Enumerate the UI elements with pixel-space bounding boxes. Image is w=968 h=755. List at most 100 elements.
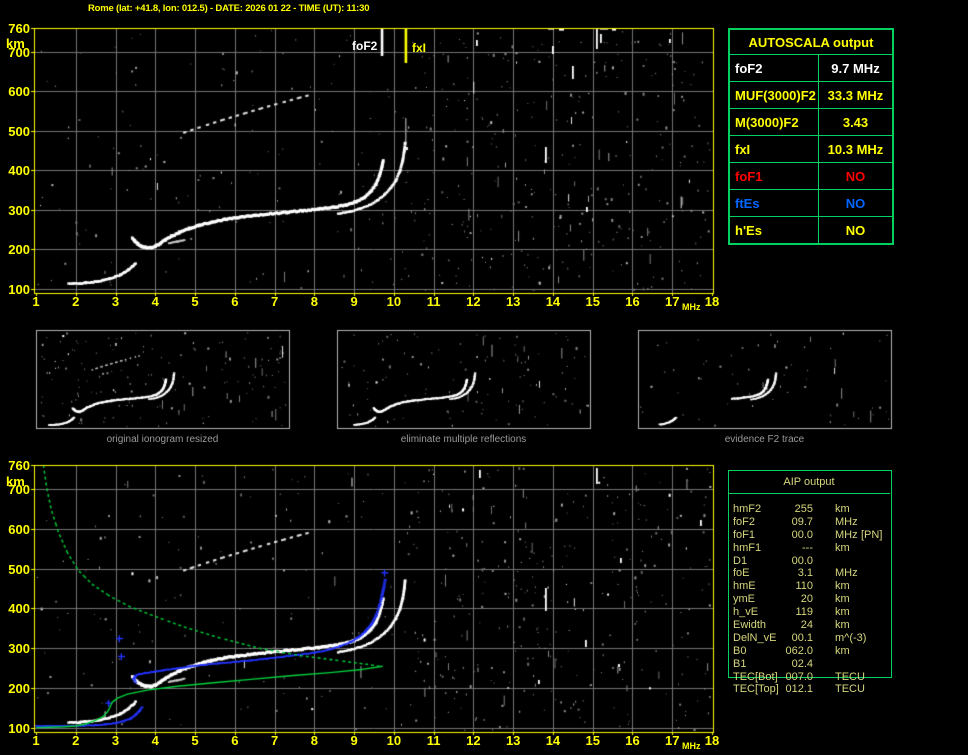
aip-val: 20 [800, 593, 813, 606]
autoscala-row-fof1: foF1 NO [729, 162, 893, 190]
aip-row-ewidth: Ewidth 24 km [728, 619, 892, 632]
autoscala-row-label: MUF(3000)F2 [729, 81, 819, 109]
plot0-y-tick-label: 200 [8, 242, 30, 258]
aip-unit: km [835, 580, 850, 593]
plot1-x-tick-label: 17 [665, 733, 680, 748]
aip-unit: MHz [835, 515, 858, 528]
aip-row-hme: hmE 110 km [728, 580, 892, 593]
plot1-x-tick-label: 18 [704, 733, 720, 748]
aip-lab: ymE [733, 593, 755, 606]
autoscala-row-ftes: ftEs NO [729, 189, 893, 217]
plot0-x-tick-label: 14 [545, 294, 561, 309]
aip-val: 02.4 [791, 657, 813, 670]
plot1-x-tick-label: 4 [151, 733, 159, 748]
aip-val: 24 [800, 619, 813, 632]
aip-lab: foF2 [733, 515, 756, 528]
plot0-x-tick-label: 15 [585, 294, 600, 309]
autoscala-row-label: foF1 [729, 162, 819, 190]
aip-lab: Ewidth [733, 619, 767, 632]
plot0-y-tick-label: 500 [8, 123, 30, 139]
plot0-x-tick-label: 7 [270, 294, 279, 309]
autoscala-row-hes: h'Es NO [729, 216, 893, 244]
aip-row-b1: B1 02.4 [728, 658, 892, 671]
autoscala-row-label: foF2 [729, 54, 819, 82]
aip-unit: km [835, 593, 850, 606]
y-unit-label-top: km [6, 36, 25, 51]
plot1-x-tick-label: 11 [426, 733, 441, 748]
thumbnail-caption-original: original ionogram resized [106, 434, 219, 445]
plot1-x-tick-label: 6 [231, 733, 239, 748]
plot1-y-tick-label: 500 [8, 561, 30, 577]
plot0-x-tick-label: 6 [231, 294, 239, 309]
aip-output-table: AIP output hmF2 255 km foF2 09.7 MHz foF1 00.0 M… [728, 470, 892, 696]
aip-lab: D1 [733, 554, 748, 567]
plot1-x-tick-label: 1 [32, 733, 40, 748]
aip-unit: km [835, 644, 850, 657]
plot0-x-tick-label: 1 [32, 294, 40, 309]
aip-row-fof2: foF2 09.7 MHz [728, 516, 892, 529]
plot0-x-tick-label: 11 [426, 294, 441, 309]
station-date-time-title: Rome (lat: +41.8, lon: 012.5) - DATE: 20… [88, 3, 370, 14]
plot0-y-tick-label: 760 [8, 21, 30, 36]
aip-row-d1: D1 00.0 [728, 555, 892, 568]
aip-extra: [PN] [861, 528, 883, 541]
plot0-x-tick-label: 4 [151, 294, 159, 309]
plot1-x-tick-label: 16 [625, 733, 640, 748]
aip-lab: B1 [733, 657, 747, 670]
plot1-x-tick-label: 14 [545, 733, 561, 748]
aip-row-tecbot: TEC[Bot] 007.0 TECU [728, 671, 892, 684]
aip-unit: km [835, 606, 850, 619]
aip-row-hmf2: hmF2 255 km [728, 503, 892, 516]
plot0-y-tick-label: 400 [8, 163, 30, 179]
plot1-x-tick-label: 2 [72, 733, 80, 748]
aip-lab: B0 [733, 644, 747, 657]
plot1-x-tick-label: 12 [466, 733, 481, 748]
autoscala-row-label: h'Es [729, 216, 819, 244]
aip-lab: hmF2 [733, 503, 762, 515]
autoscala-row-value: 33.3 MHz [818, 81, 893, 109]
autoscala-row-value: NO [818, 189, 893, 217]
aip-row-fof1: foF1 00.0 MHz [PN] [728, 529, 892, 542]
aip-val: 00.0 [791, 528, 813, 541]
plot1-y-tick-label: 760 [8, 458, 30, 473]
aip-unit: MHz [835, 567, 858, 580]
autoscala-row-label: fxI [729, 135, 819, 163]
plot0-x-tick-label: 2 [72, 294, 80, 309]
aip-val: 09.7 [791, 515, 813, 528]
plot0-x-tick-label: 5 [191, 294, 199, 309]
plot0-x-tick-label: 10 [386, 294, 402, 309]
y-unit-label-bottom: km [6, 474, 25, 489]
plot1-x-tick-label: 7 [270, 733, 279, 748]
aip-row-tectop: TEC[Top] 012.1 TECU [728, 683, 892, 696]
plot1-y-tick-label: 300 [8, 641, 30, 657]
plot1-y-tick-label: 600 [8, 521, 30, 537]
aip-val: 012.1 [785, 683, 813, 696]
aip-unit: km [835, 619, 850, 632]
aip-row-b0: B0 062.0 km [728, 645, 892, 658]
aip-val: 062.0 [785, 644, 813, 657]
aip-row-delnve: DelN_vE 00.1 m^(-3) [728, 632, 892, 645]
plot0-x-tick-label: 18 [704, 294, 720, 309]
plot1-x-tick-label: 5 [191, 733, 199, 748]
thumbnail-caption-eliminate: eliminate multiple reflections [400, 434, 527, 445]
fxi-marker-label: fxI [412, 41, 427, 55]
aip-unit: TECU [835, 670, 865, 683]
aip-val: 007.0 [785, 670, 813, 683]
aip-val: 110 [795, 580, 813, 593]
aip-rows: hmF2 255 km foF2 09.7 MHz foF1 00.0 MHz [PN] hmF1-… [728, 503, 892, 696]
autoscala-table-title: AUTOSCALA output [729, 29, 893, 55]
aip-unit: km [835, 541, 850, 554]
plot0-y-tick-label: 300 [8, 202, 30, 218]
autoscala-app-window: Rome (lat: +41.8, lon: 012.5) - DATE: 20… [0, 0, 968, 755]
plot0-y-tick-label: 600 [8, 84, 30, 100]
aip-lab: DelN_vE [733, 631, 777, 644]
aip-val: 119 [795, 606, 813, 619]
fof2-marker-label: foF2 [352, 39, 378, 53]
plot1-x-tick-label: 13 [505, 733, 521, 748]
autoscala-row-value: 10.3 MHz [818, 135, 893, 163]
plot0-x-tick-label: 8 [310, 294, 318, 309]
autoscala-row-fof2: foF2 9.7 MHz [729, 54, 893, 82]
autoscala-row-value: 9.7 MHz [818, 54, 893, 82]
aip-row-yme: ymE 20 km [728, 593, 892, 606]
autoscala-output-table: AUTOSCALA output foF2 9.7 MHz MUF(3000)F2 3… [728, 28, 894, 245]
